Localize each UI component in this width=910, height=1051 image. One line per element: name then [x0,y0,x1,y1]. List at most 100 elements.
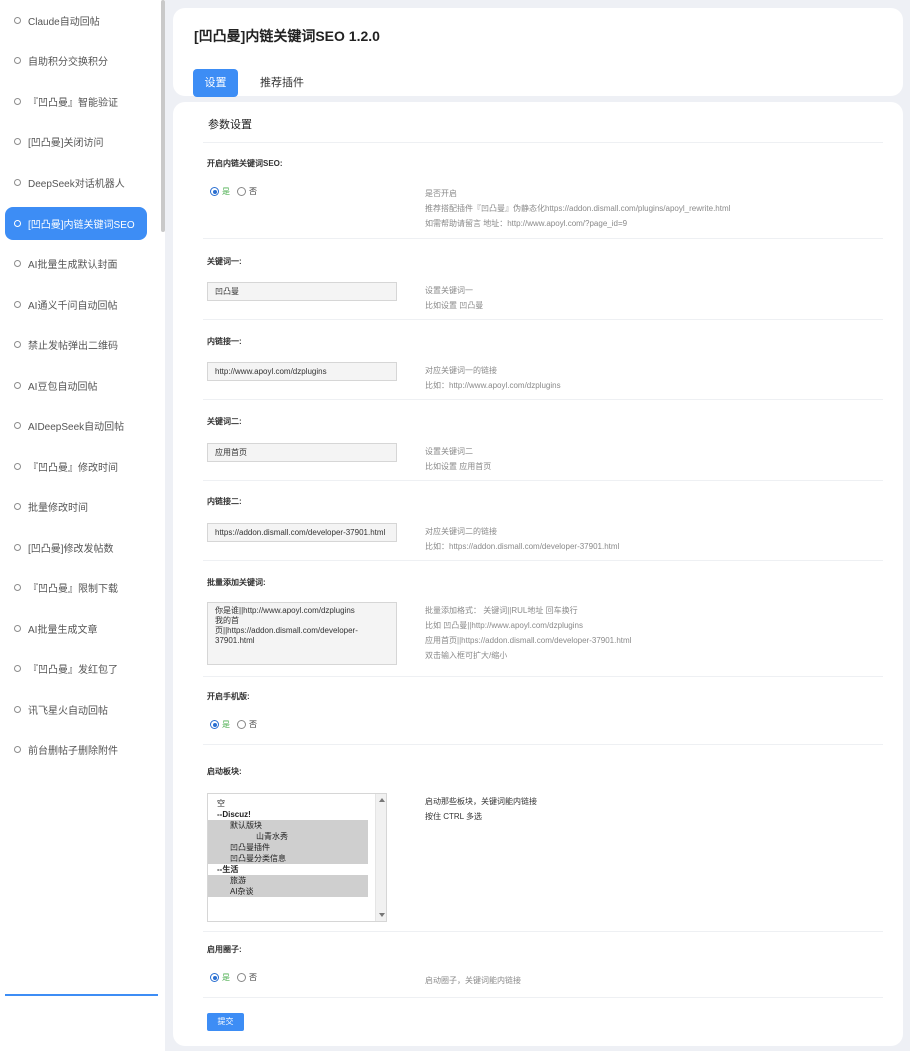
forum-option[interactable]: 凹凸曼插件 [208,842,368,853]
link1-label: 内链接一: [207,337,242,346]
scroll-up-icon[interactable] [379,798,385,802]
circle-radio-group: 是 否 [210,972,257,983]
circle-bullet-icon [14,665,21,673]
divider [203,319,883,320]
description-line: 推荐搭配插件『凹凸曼』伪静态化https://addon.dismall.com… [425,204,731,213]
radio-no-label: 否 [249,187,257,196]
sidebar-item-label: 『凹凸曼』发红包了 [28,665,118,677]
link2-input[interactable]: https://addon.dismall.com/developer-3790… [207,523,397,542]
description-line: 双击输入框可扩大/缩小 [425,651,508,660]
divider [203,480,883,481]
sidebar-item[interactable]: AI批量生成默认封面 [0,244,165,285]
sidebar-item[interactable]: [凹凸曼]修改发帖数 [0,527,165,568]
mobile-no-radio[interactable] [237,720,246,729]
forum-option[interactable]: 山青水秀 [208,831,368,842]
sidebar-item[interactable]: [凹凸曼]内链关键词SEO [5,206,147,240]
circle-yes-radio[interactable] [210,973,219,982]
batch-keywords-textarea[interactable]: 你是谁||http://www.apoyl.com/dzplugins 我的首 … [207,602,397,665]
sidebar: Claude自动回帖自助积分交换积分『凹凸曼』智能验证 [凹凸曼]关闭访问 Deep… [0,0,165,1051]
sidebar-item[interactable]: AI豆包自动回帖 [0,365,165,406]
header-card: [凹凸曼]内链关键词SEO 1.2.0 设置 推荐插件 [173,8,903,97]
sidebar-item[interactable]: AI批量生成文章 [0,608,165,649]
radio-yes-label: 是 [222,720,230,729]
sidebar-item[interactable]: 『凹凸曼』发红包了 [0,649,165,690]
sidebar-item[interactable]: 『凹凸曼』限制下载 [0,568,165,609]
forums-scrollbar[interactable] [375,794,386,921]
sidebar-item[interactable]: 前台删帖子删除附件 [0,730,165,771]
circle-bullet-icon [14,178,21,186]
divider [203,744,883,745]
circle-no-radio[interactable] [237,973,246,982]
sidebar-item-label: AIDeepSeek自动回帖 [28,422,125,434]
sidebar-item[interactable]: 禁止发帖弹出二维码 [0,325,165,366]
forum-option[interactable]: 凹凸曼分类信息 [208,853,368,864]
divider [203,560,883,561]
radio-no-label: 否 [249,973,257,982]
forums-multiselect[interactable]: 空 --Discuz! 默认版块 山青水秀 凹凸曼插件 凹凸曼分类信息 --生活 旅游 AI杂谈 [207,793,387,922]
forum-option[interactable]: 默认版块 [208,820,368,831]
sidebar-item-label: 自助积分交换积分 [28,57,108,69]
sidebar-item-label: 讯飞星火自动回帖 [28,705,108,717]
sidebar-scrollbar[interactable] [161,0,165,232]
forum-option[interactable]: --生活 [208,864,386,875]
tab-settings[interactable]: 设置 [193,69,238,97]
mobile-yes-radio[interactable] [210,720,219,729]
forum-option[interactable]: --Discuz! [208,809,386,820]
submit-button[interactable]: 提交 [207,1013,244,1031]
enable-seo-no-radio[interactable] [237,187,246,196]
description-line: 比如：https://addon.dismall.com/developer-3… [425,542,620,551]
sidebar-item[interactable]: 自助积分交换积分 [0,41,165,82]
forum-option[interactable]: 空 [208,798,386,809]
scroll-down-icon[interactable] [379,913,385,917]
circle-bullet-icon [14,260,21,268]
circle-bullet-icon [14,584,21,592]
circle-bullet-icon [14,97,21,105]
sidebar-item[interactable]: Claude自动回帖 [0,0,165,41]
circle-bullet-icon [14,746,21,754]
keyword1-input[interactable]: 凹凸曼 [207,282,397,301]
sidebar-item[interactable]: [凹凸曼]关闭访问 [0,122,165,163]
sidebar-item-label: [凹凸曼]内链关键词SEO [28,219,135,231]
keyword2-description: 设置关键词二 比如设置 应用首页 [425,444,491,474]
forums-options: 空 --Discuz! 默认版块 山青水秀 凹凸曼插件 凹凸曼分类信息 --生活 旅游 AI杂谈 [208,794,386,897]
sidebar-menu: Claude自动回帖自助积分交换积分『凹凸曼』智能验证 [凹凸曼]关闭访问 Deep… [0,0,165,770]
page-title: [凹凸曼]内链关键词SEO 1.2.0 [194,28,380,44]
batch-keywords-description: 批量添加格式： 关键词||RUL地址 回车换行 比如 凹凸曼||http://w… [425,603,631,663]
settings-panel: 参数设置 开启内链关键词SEO: 是 否 是否开启 推荐搭配插件『凹凸曼』伪静态… [173,102,903,1046]
divider [203,238,883,239]
sidebar-item-label: AI批量生成默认封面 [28,260,118,272]
forum-option[interactable]: 旅游 [208,875,368,886]
circle-label: 启用圈子: [207,945,242,954]
circle-bullet-icon [14,543,21,551]
circle-bullet-icon [14,462,21,470]
radio-yes-label: 是 [222,187,230,196]
sidebar-bottom-indicator [5,994,158,996]
sidebar-item[interactable]: AIDeepSeek自动回帖 [0,406,165,447]
enable-seo-description: 是否开启 推荐搭配插件『凹凸曼』伪静态化https://addon.dismal… [425,186,730,231]
sidebar-item[interactable]: 『凹凸曼』智能验证 [0,81,165,122]
sidebar-item[interactable]: DeepSeek对话机器人 [0,162,165,203]
sidebar-item[interactable]: AI通义千问自动回帖 [0,284,165,325]
batch-keywords-label: 批量添加关键词: [207,578,266,587]
sidebar-item-label: AI批量生成文章 [28,624,98,636]
link1-input[interactable]: http://www.apoyl.com/dzplugins [207,362,397,381]
enable-seo-yes-radio[interactable] [210,187,219,196]
sidebar-item[interactable]: 『凹凸曼』修改时间 [0,446,165,487]
keyword1-label: 关键词一: [207,257,242,266]
sidebar-item-label: 『凹凸曼』修改时间 [28,462,118,474]
description-line: 设置关键词一 [425,286,473,295]
tab-recommended-plugins[interactable]: 推荐插件 [260,69,304,97]
mobile-label: 开启手机版: [207,692,250,701]
forums-description: 启动那些板块，关键词能内链接 按住 CTRL 多选 [425,794,537,824]
circle-bullet-icon [14,341,21,349]
radio-yes-label: 是 [222,973,230,982]
circle-bullet-icon [14,381,21,389]
sidebar-item-label: 『凹凸曼』限制下载 [28,584,118,596]
sidebar-item[interactable]: 讯飞星火自动回帖 [0,689,165,730]
circle-bullet-icon [14,57,21,65]
forum-option[interactable]: AI杂谈 [208,886,368,897]
circle-bullet-icon [14,705,21,713]
description-line: 对应关键词一的链接 [425,366,497,375]
keyword2-input[interactable]: 应用首页 [207,443,397,462]
sidebar-item[interactable]: 批量修改时间 [0,487,165,528]
